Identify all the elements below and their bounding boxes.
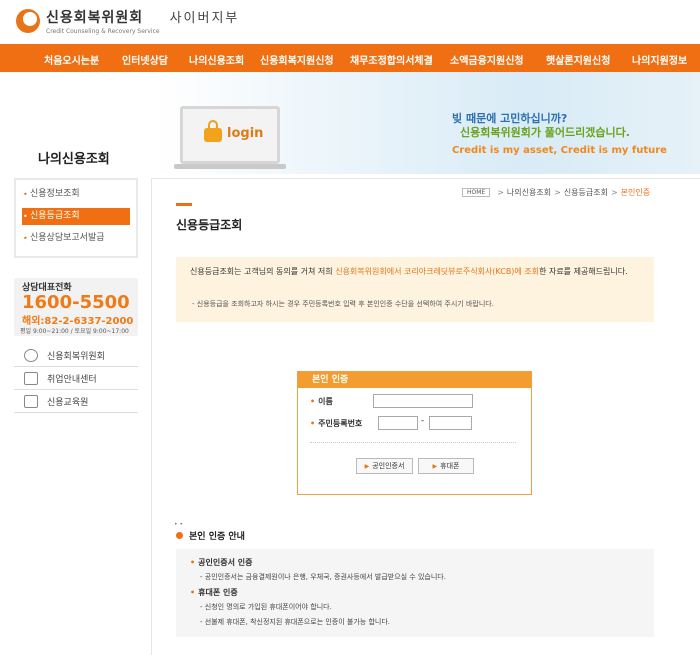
guide-cert-text: - 공인인증서는 금융결제원이나 은행, 우체국, 증권사등에서 발급받으실 수… (200, 573, 446, 581)
breadcrumb: HOME > 나의신용조회 > 신용등급조회 > 본인인증 (462, 187, 650, 198)
guide-dots: • • (174, 521, 183, 528)
side-item-credit-grade[interactable]: 신용등급조회 (22, 208, 130, 225)
quick-link-label: 취업안내센터 (47, 375, 97, 385)
slogan-answer: 신용회복위원회가 풀어드리겠습니다. (460, 126, 630, 139)
breadcrumb-level1[interactable]: 나의신용조회 (507, 187, 551, 198)
main-content: HOME > 나의신용조회 > 신용등급조회 > 본인인증 신용등급조회 신용등… (151, 178, 700, 655)
bullet-icon (176, 532, 183, 539)
phone-abroad: 해외:82-2-6337-2000 (22, 316, 134, 327)
rrn-front-input[interactable] (378, 416, 418, 430)
rrn-dash: - (421, 416, 425, 426)
title-accent (176, 203, 192, 206)
quick-link-label: 신용회복위원회 (47, 352, 105, 362)
nav-first-visit[interactable]: 처음오시는분 (44, 52, 99, 67)
breadcrumb-current: 본인인증 (620, 188, 651, 197)
phone-hours: 평일 9:00~21:00 / 토요일 9:00~17:00 (20, 328, 129, 335)
side-menu: 신용정보조회 신용등급조회 신용상담보고서발급 (14, 178, 138, 258)
guide-box: • 공인인증서 인증 - 공인인증서는 금융결제원이나 은행, 우체국, 증권사등… (176, 549, 654, 637)
nav-debt-agreement[interactable]: 채무조정합의서체결 (350, 52, 433, 67)
name-row: • 이름 (310, 397, 333, 406)
building-icon (24, 372, 38, 385)
rrn-back-input[interactable] (429, 416, 472, 430)
side-item-report[interactable]: 신용상담보고서발급 (22, 230, 130, 247)
book-icon (24, 395, 38, 408)
side-item-credit-info[interactable]: 신용정보조회 (22, 186, 130, 203)
arrow-right-icon: ▶ (432, 462, 438, 470)
name-label: 이름 (318, 397, 333, 406)
notice-text: 신용등급조회는 고객님의 동의를 거쳐 저희 신용회복위원회에서 코리아크레딧뷰… (190, 267, 628, 276)
guide-phone-text2: - 선불제 휴대폰, 착신정지된 휴대폰으로는 인증이 불가능 합니다. (200, 618, 390, 626)
breadcrumb-home[interactable]: HOME (462, 188, 491, 197)
cyber-branch-label: 사이버지부 (169, 10, 240, 26)
guide-title: 본인 인증 안내 (176, 529, 245, 542)
notice-instruction: - 신용등급을 조회하고자 하시는 경우 주민등록번호 입력 후 본인인증 수단… (192, 300, 494, 308)
nav-sunshine-loan[interactable]: 햇살론지원신청 (546, 52, 610, 67)
quick-link-ccrs[interactable]: 신용회복위원회 (14, 345, 138, 367)
logo-title: 신용회복위원회 (46, 10, 144, 26)
quick-link-label: 신용교육원 (47, 398, 89, 408)
guide-phone-heading: • 휴대폰 인증 (190, 588, 238, 597)
slogan-english: Credit is my asset, Credit is my future (452, 145, 667, 156)
nav-internet-consult[interactable]: 인터넷상담 (122, 52, 168, 67)
phone-info: 상담대표전화 1600-5500 해외:82-2-6337-2000 평일 9:… (14, 278, 138, 336)
rrn-row: • 주민등록번호 (310, 419, 363, 428)
site-logo[interactable]: 신용회복위원회 Credit Counseling & Recovery Ser… (16, 7, 239, 35)
phone-auth-button[interactable]: ▶ 휴대폰 (418, 458, 474, 474)
main-nav: 처음오시는분 인터넷상담 나의신용조회 신용회복지원신청 채무조정합의서체결 소… (0, 44, 700, 72)
site-header: 신용회복위원회 Credit Counseling & Recovery Ser… (0, 0, 700, 44)
notice-box: 신용등급조회는 고객님의 동의를 거쳐 저희 신용회복위원회에서 코리아크레딧뷰… (176, 257, 654, 322)
page-title: 신용등급조회 (176, 218, 243, 232)
top-banner: 나의신용조회 login 빚 때문에 고민하십니까? 신용회복위원회가 풀어드리… (0, 72, 700, 174)
nav-my-credit[interactable]: 나의신용조회 (189, 52, 244, 67)
nav-microfinance[interactable]: 소액금융지원신청 (450, 52, 524, 67)
breadcrumb-level2[interactable]: 신용등급조회 (564, 187, 608, 198)
section-heading: 나의신용조회 (38, 152, 110, 167)
lock-icon (204, 120, 222, 142)
ccrs-icon (24, 349, 38, 362)
nav-recovery-apply[interactable]: 신용회복지원신청 (260, 52, 334, 67)
rrn-label: 주민등록번호 (318, 419, 363, 428)
login-label: login (227, 126, 264, 141)
quick-link-edu[interactable]: 신용교육원 (14, 391, 138, 413)
name-input[interactable] (373, 394, 473, 408)
quick-link-job[interactable]: 취업안내센터 (14, 368, 138, 390)
auth-header: 본인 인증 (298, 372, 531, 388)
monitor-stand (174, 164, 286, 169)
auth-form: 본인 인증 • 이름 • 주민등록번호 - ▶ 공인인증서 ▶ 휴대폰 (297, 371, 532, 495)
logo-subtitle: Credit Counseling & Recovery Service (46, 28, 160, 35)
guide-cert-heading: • 공인인증서 인증 (190, 558, 253, 567)
logo-icon (16, 9, 40, 33)
guide-phone-text1: - 신청인 명의로 가입된 휴대폰이어야 합니다. (200, 603, 332, 611)
nav-my-support[interactable]: 나의지원정보 (632, 52, 687, 67)
form-divider (310, 442, 516, 443)
phone-number: 1600-5500 (22, 292, 130, 313)
arrow-right-icon: ▶ (364, 462, 370, 470)
cert-auth-button[interactable]: ▶ 공인인증서 (356, 458, 413, 474)
